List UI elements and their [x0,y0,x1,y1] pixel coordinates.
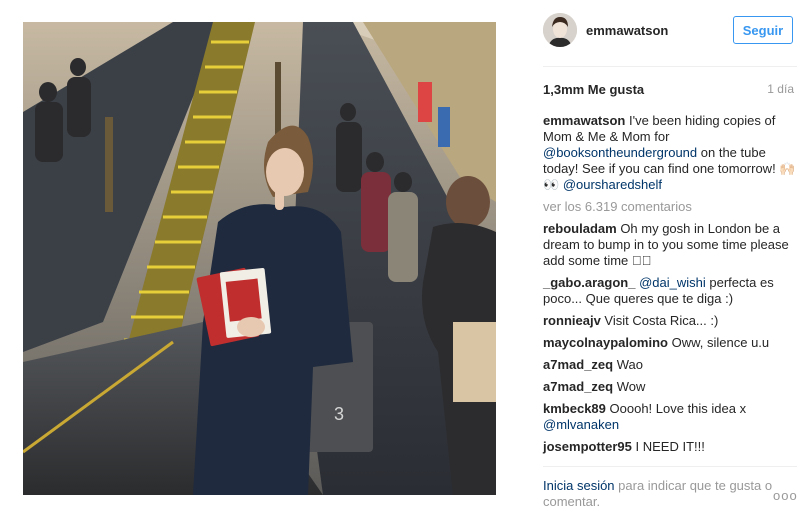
comment-text: Visit Costa Rica... :) [604,313,719,328]
comment-username[interactable]: josempotter95 [543,439,632,454]
comment-item: josempotter95 I NEED IT!!! [543,439,797,455]
comment-username[interactable]: _gabo.aragon_ [543,275,635,290]
comment-text: Wow [616,379,646,394]
login-link[interactable]: Inicia sesión [543,478,615,493]
more-options-icon[interactable]: ooo [773,488,798,503]
profile-avatar[interactable] [543,13,577,47]
photo-scene: 3 [23,22,496,495]
comment-item: maycolnaypalomino Oww, silence u.u [543,335,797,351]
comment-username[interactable]: ronnieajv [543,313,601,328]
comment-username[interactable]: kmbeck89 [543,401,606,416]
comment-item: ronnieajv Visit Costa Rica... :) [543,313,797,329]
caption-mention-shelf[interactable]: @oursharedshelf [563,177,662,192]
comment-username[interactable]: maycolnaypalomino [543,335,668,350]
caption: emmawatson I've been hiding copies of Mo… [543,113,797,193]
post-header: emmawatson Seguir [530,8,800,52]
comment-username[interactable]: a7mad_zeq [543,357,613,372]
comment-username[interactable]: rebouladam [543,221,617,236]
comment-item: a7mad_zeq Wow [543,379,797,395]
post-sidebar: emmawatson Seguir 1,3mm Me gusta 1 día e… [530,0,800,520]
caption-username[interactable]: emmawatson [543,113,625,128]
post-username[interactable]: emmawatson [586,23,668,38]
likes-count[interactable]: 1,3mm Me gusta [543,82,644,97]
comment-text: I NEED IT!!! [635,439,705,454]
view-all-comments-link[interactable]: ver los 6.319 comentarios [543,199,797,215]
comment-item: a7mad_zeq Wao [543,357,797,373]
footer-divider [543,466,797,467]
comment-item: _gabo.aragon_ @dai_wishi perfecta es poc… [543,275,797,307]
post-age[interactable]: 1 día [767,82,794,96]
avatar-image [543,13,577,47]
comment-mention[interactable]: @dai_wishi [639,275,706,290]
comment-mention[interactable]: @mlvanaken [543,417,619,432]
header-divider [543,66,797,67]
comment-username[interactable]: a7mad_zeq [543,379,613,394]
follow-button[interactable]: Seguir [733,16,793,44]
post-photo[interactable]: 3 [23,22,496,495]
comment-item: kmbeck89 Ooooh! Love this idea x @mlvana… [543,401,797,433]
comment-item: rebouladam Oh my gosh in London be a dre… [543,221,797,269]
comment-text: Ooooh! Love this idea x [609,401,747,416]
login-prompt: Inicia sesión para indicar que te gusta … [543,478,797,510]
comments-list: emmawatson I've been hiding copies of Mo… [543,113,797,461]
comment-text: Oww, silence u.u [671,335,770,350]
comment-text: Wao [616,357,643,372]
caption-mention-books[interactable]: @booksontheunderground [543,145,697,160]
escalator-number: 3 [334,404,344,424]
